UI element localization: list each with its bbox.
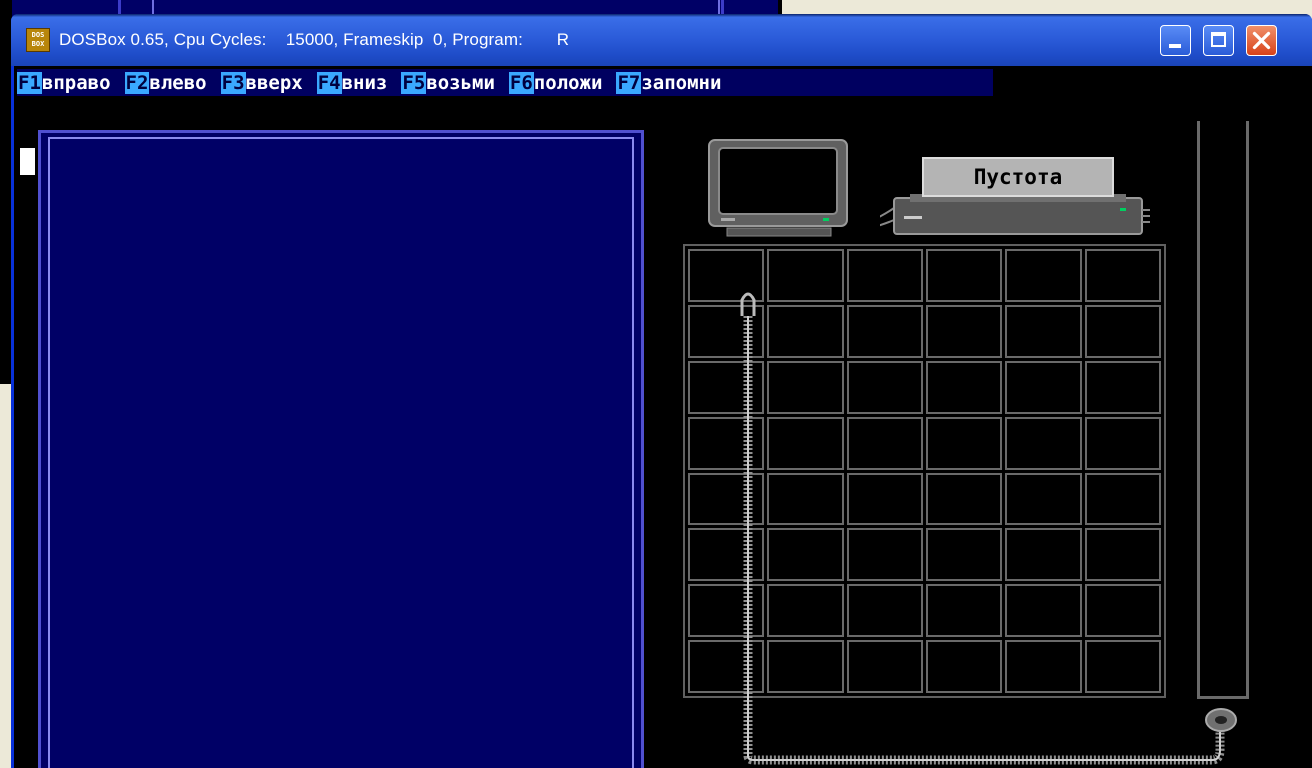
grid-cell [846,249,923,302]
fkey-left[interactable]: F2 влево [124,71,221,94]
grid-cell [926,640,1003,693]
grid-cell [1005,360,1082,414]
grid-cell [767,528,844,582]
grid-cell [926,472,1003,526]
fkey-key: F5 [401,71,427,94]
grid-cell [926,584,1003,638]
grid-cell [1084,528,1161,582]
grid-cell [926,304,1003,358]
fkey-right[interactable]: F1 вправо [17,71,125,94]
fkey-label: возьми [426,71,495,94]
fkey-key: F2 [124,71,150,94]
title-bar[interactable]: DOS BOX DOSBox 0.65, Cpu Cycles: 15000, … [11,14,1312,66]
grid-cell [846,584,923,638]
grid-cell [1005,304,1082,358]
grid-cell [688,249,765,302]
grid-cell [767,472,844,526]
fkey-key: F1 [17,71,42,94]
grid-cell [926,528,1003,582]
program-editor-inner-frame [48,137,634,768]
grid-cell [688,304,765,358]
maximize-icon [1211,32,1226,47]
grid-cell [846,304,923,358]
fkey-put[interactable]: F6 положи [508,71,617,94]
grid-cell [846,472,923,526]
grid-cell [1084,304,1161,358]
fkey-up[interactable]: F3 вверх [220,71,317,94]
fkey-label: влево [149,71,207,94]
fkey-key: F3 [220,71,246,94]
grid-cell [688,584,765,638]
window-title: DOSBox 0.65, Cpu Cycles: 15000, Frameski… [59,30,570,49]
fkey-label: вправо [41,71,111,94]
grid-cell [688,528,765,582]
grid-cell [846,640,923,693]
fkey-label: положи [533,71,603,94]
grid-cell [846,360,923,414]
grid-cell [926,360,1003,414]
grid-cell [1084,584,1161,638]
function-key-bar: F1 вправо F2 влево F3 вверх F4 вниз F5 возьми… [17,69,993,96]
grid-cell [1005,640,1082,693]
fkey-key: F4 [316,71,342,94]
dosbox-icon-text-top: DOS [31,31,45,39]
minimize-button[interactable] [1160,25,1191,56]
grid-cell [767,249,844,302]
grid-cell [926,416,1003,470]
grid-cell [1005,249,1082,302]
grid-cell [688,640,765,693]
dosbox-icon[interactable]: DOS BOX [26,28,50,52]
fkey-take[interactable]: F5 возьми [401,71,509,94]
grid-cell [688,472,765,526]
close-icon [1252,31,1271,50]
maximize-button[interactable] [1203,25,1234,56]
close-button[interactable] [1246,25,1277,56]
grid-cell [1005,416,1082,470]
fkey-key: F7 [616,71,642,94]
grid-cell [1084,249,1161,302]
grid-cell [1084,360,1161,414]
fkey-down[interactable]: F4 вниз [316,71,402,94]
grid-cell [846,416,923,470]
grid-cell [1084,416,1161,470]
text-cursor [20,148,35,175]
grid-cell [1084,640,1161,693]
grid-cell [1005,584,1082,638]
grid-cell [1005,472,1082,526]
grid-cell [767,360,844,414]
grid-cell [767,416,844,470]
fkey-remember[interactable]: F7 запомни [616,71,735,94]
fkey-label: вниз [341,71,388,94]
program-editor-panel[interactable] [38,130,644,768]
grid-cell [767,304,844,358]
grid-cell [688,360,765,414]
dosbox-window[interactable]: DOS BOX DOSBox 0.65, Cpu Cycles: 15000, … [11,14,1312,768]
grid-cell [688,416,765,470]
grid-cell [767,640,844,693]
fkey-key: F6 [508,71,534,94]
dos-screen[interactable]: F1 вправо F2 влево F3 вверх F4 вниз F5 возьми… [14,66,1312,768]
fkey-label: вверх [245,71,303,94]
computer-monitor-icon [708,139,848,237]
grid-cell [767,584,844,638]
printer-paper-display: Пустота [922,157,1114,197]
grid-cell [1005,528,1082,582]
grid-cell [926,249,1003,302]
fkey-label: запомни [641,71,722,94]
cable-spool-icon [1205,708,1237,732]
storage-column [1197,121,1249,699]
minimize-icon [1169,44,1181,48]
dosbox-icon-text-bottom: BOX [31,40,45,48]
grid-cell [1084,472,1161,526]
grid-cell [846,528,923,582]
robot-field-grid[interactable] [683,244,1166,698]
